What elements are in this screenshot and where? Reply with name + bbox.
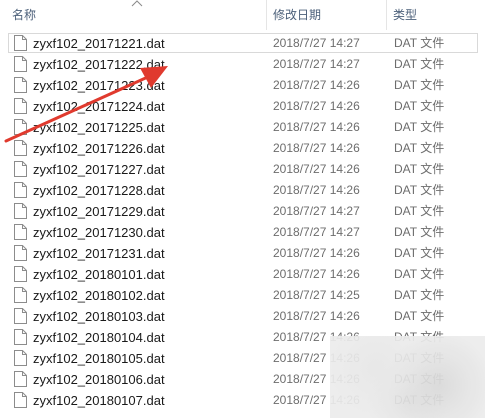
file-row[interactable]: zyxf102_20171222.dat 2018/7/27 14:27 DAT 文… bbox=[0, 54, 485, 75]
file-type: DAT 文件 bbox=[394, 120, 445, 134]
file-row[interactable]: zyxf102_20171224.dat 2018/7/27 14:26 DAT 文… bbox=[0, 96, 485, 117]
file-date-modified: 2018/7/27 14:26 bbox=[273, 120, 360, 134]
column-header-date-modified[interactable]: 修改日期 bbox=[266, 0, 384, 30]
file-name[interactable]: zyxf102_20171224.dat bbox=[33, 96, 165, 117]
file-name[interactable]: zyxf102_20171225.dat bbox=[33, 117, 165, 138]
file-row[interactable]: zyxf102_20171229.dat 2018/7/27 14:27 DAT 文… bbox=[0, 201, 485, 222]
file-row[interactable]: zyxf102_20171225.dat 2018/7/27 14:26 DAT 文… bbox=[0, 117, 485, 138]
file-type: DAT 文件 bbox=[394, 246, 445, 260]
file-date-modified: 2018/7/27 14:26 bbox=[273, 78, 360, 92]
file-icon bbox=[14, 392, 27, 408]
file-icon bbox=[14, 350, 27, 366]
file-date-modified: 2018/7/27 14:26 bbox=[273, 246, 360, 260]
file-icon bbox=[14, 98, 27, 114]
file-name[interactable]: zyxf102_20180105.dat bbox=[33, 348, 165, 369]
file-type: DAT 文件 bbox=[394, 183, 445, 197]
file-row[interactable]: zyxf102_20171227.dat 2018/7/27 14:26 DAT 文… bbox=[0, 159, 485, 180]
file-row[interactable]: zyxf102_20171223.dat 2018/7/27 14:26 DAT 文… bbox=[0, 75, 485, 96]
file-icon bbox=[14, 182, 27, 198]
file-type: DAT 文件 bbox=[394, 162, 445, 176]
file-icon bbox=[14, 35, 27, 51]
file-type: DAT 文件 bbox=[394, 288, 445, 302]
file-date-modified: 2018/7/27 14:26 bbox=[273, 141, 360, 155]
file-icon bbox=[14, 308, 27, 324]
file-row[interactable]: zyxf102_20180102.dat 2018/7/27 14:25 DAT 文… bbox=[0, 285, 485, 306]
file-icon bbox=[14, 329, 27, 345]
file-name[interactable]: zyxf102_20180101.dat bbox=[33, 264, 165, 285]
file-date-modified: 2018/7/27 14:26 bbox=[273, 309, 360, 323]
file-explorer-window: 名称 修改日期 类型 zyxf102_20171221.dat 2018/7/27… bbox=[0, 0, 485, 418]
file-type: DAT 文件 bbox=[394, 99, 445, 113]
file-icon bbox=[14, 224, 27, 240]
file-icon bbox=[14, 266, 27, 282]
file-icon bbox=[14, 371, 27, 387]
file-name[interactable]: zyxf102_20171230.dat bbox=[33, 222, 165, 243]
file-name[interactable]: zyxf102_20171222.dat bbox=[33, 54, 165, 75]
file-icon bbox=[14, 77, 27, 93]
file-name[interactable]: zyxf102_20171227.dat bbox=[33, 159, 165, 180]
file-name[interactable]: zyxf102_20180104.dat bbox=[33, 327, 165, 348]
file-date-modified: 2018/7/27 14:27 bbox=[273, 57, 360, 71]
file-date-modified: 2018/7/27 14:27 bbox=[273, 225, 360, 239]
file-date-modified: 2018/7/27 14:27 bbox=[273, 36, 360, 50]
file-row[interactable]: zyxf102_20171231.dat 2018/7/27 14:26 DAT 文… bbox=[0, 243, 485, 264]
file-name[interactable]: zyxf102_20180107.dat bbox=[33, 390, 165, 411]
file-name[interactable]: zyxf102_20171226.dat bbox=[33, 138, 165, 159]
file-row[interactable]: zyxf102_20171221.dat 2018/7/27 14:27 DAT 文… bbox=[0, 33, 485, 54]
file-icon bbox=[14, 140, 27, 156]
file-type: DAT 文件 bbox=[394, 204, 445, 218]
file-name[interactable]: zyxf102_20171223.dat bbox=[33, 75, 165, 96]
column-header-type[interactable]: 类型 bbox=[386, 0, 485, 30]
file-type: DAT 文件 bbox=[394, 309, 445, 323]
file-row[interactable]: zyxf102_20171226.dat 2018/7/27 14:26 DAT 文… bbox=[0, 138, 485, 159]
file-name[interactable]: zyxf102_20180102.dat bbox=[33, 285, 165, 306]
file-type: DAT 文件 bbox=[394, 267, 445, 281]
file-row[interactable]: zyxf102_20180101.dat 2018/7/27 14:26 DAT 文… bbox=[0, 264, 485, 285]
file-date-modified: 2018/7/27 14:26 bbox=[273, 99, 360, 113]
watermark-blur bbox=[330, 336, 485, 418]
file-type: DAT 文件 bbox=[394, 57, 445, 71]
file-name[interactable]: zyxf102_20180103.dat bbox=[33, 306, 165, 327]
file-icon bbox=[14, 245, 27, 261]
file-type: DAT 文件 bbox=[394, 78, 445, 92]
column-header-bar: 名称 修改日期 类型 bbox=[0, 0, 485, 30]
file-type: DAT 文件 bbox=[394, 225, 445, 239]
file-name[interactable]: zyxf102_20171231.dat bbox=[33, 243, 165, 264]
file-icon bbox=[14, 161, 27, 177]
file-name[interactable]: zyxf102_20180106.dat bbox=[33, 369, 165, 390]
file-date-modified: 2018/7/27 14:26 bbox=[273, 162, 360, 176]
file-name[interactable]: zyxf102_20171221.dat bbox=[33, 33, 165, 54]
file-icon bbox=[14, 203, 27, 219]
file-icon bbox=[14, 287, 27, 303]
file-name[interactable]: zyxf102_20171229.dat bbox=[33, 201, 165, 222]
file-date-modified: 2018/7/27 14:26 bbox=[273, 267, 360, 281]
file-name[interactable]: zyxf102_20171228.dat bbox=[33, 180, 165, 201]
column-header-name[interactable]: 名称 bbox=[6, 0, 268, 30]
file-type: DAT 文件 bbox=[394, 141, 445, 155]
file-row[interactable]: zyxf102_20171230.dat 2018/7/27 14:27 DAT 文… bbox=[0, 222, 485, 243]
file-date-modified: 2018/7/27 14:27 bbox=[273, 204, 360, 218]
file-date-modified: 2018/7/27 14:26 bbox=[273, 183, 360, 197]
file-row[interactable]: zyxf102_20180103.dat 2018/7/27 14:26 DAT 文… bbox=[0, 306, 485, 327]
file-icon bbox=[14, 56, 27, 72]
file-date-modified: 2018/7/27 14:25 bbox=[273, 288, 360, 302]
file-icon bbox=[14, 119, 27, 135]
file-row[interactable]: zyxf102_20171228.dat 2018/7/27 14:26 DAT 文… bbox=[0, 180, 485, 201]
file-type: DAT 文件 bbox=[394, 36, 445, 50]
